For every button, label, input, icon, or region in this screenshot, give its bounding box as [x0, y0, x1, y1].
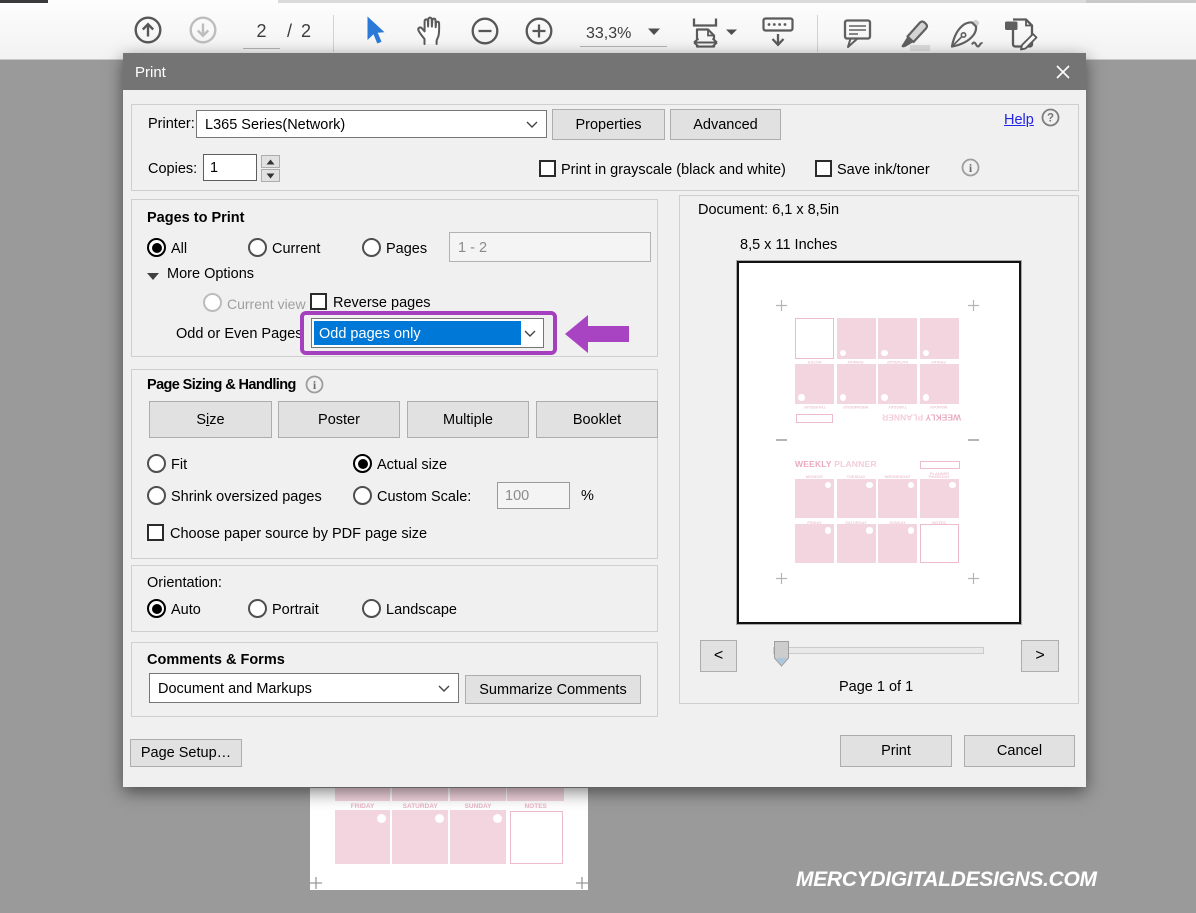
svg-text:?: ?: [1047, 113, 1054, 125]
svg-text:i: i: [969, 161, 973, 175]
svg-text:i: i: [313, 378, 317, 392]
